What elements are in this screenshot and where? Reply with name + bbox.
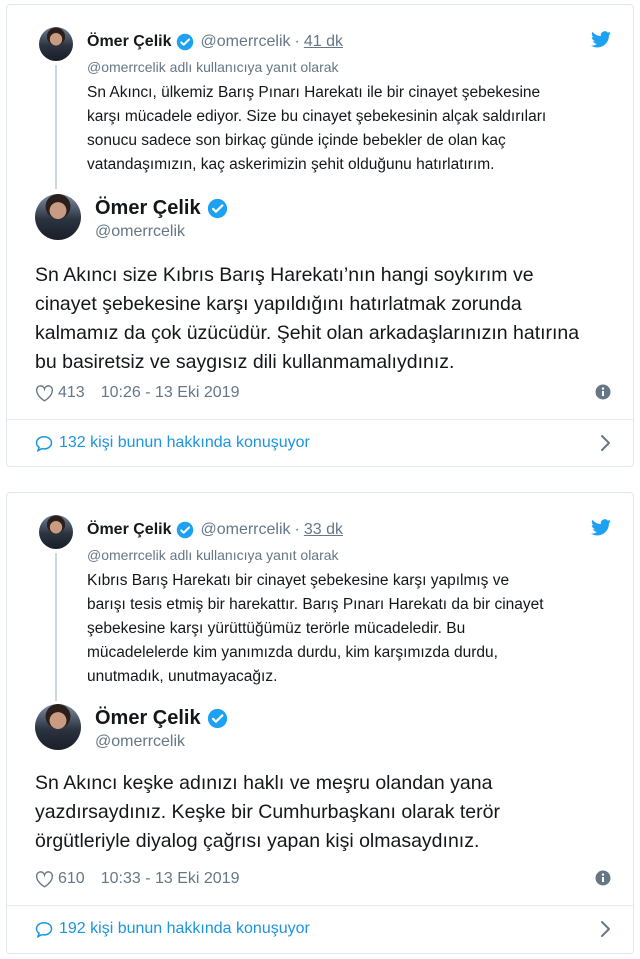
text-line: vatandaşımızın, kaç askerimizin şehit ol… bbox=[87, 156, 495, 173]
quoted-reply-context[interactable]: Ömer Çelik @omerrcelik · 41 dk @omerrcel… bbox=[7, 5, 633, 189]
twitter-bird-icon[interactable] bbox=[591, 31, 611, 48]
heart-icon[interactable] bbox=[35, 870, 54, 888]
timestamp[interactable]: 10:26 - 13 Eki 2019 bbox=[101, 384, 240, 402]
avatar[interactable] bbox=[35, 704, 81, 750]
author-handle[interactable]: @omerrcelik bbox=[200, 33, 290, 51]
author-handle[interactable]: @omerrcelik bbox=[95, 733, 185, 751]
info-icon[interactable] bbox=[595, 870, 611, 886]
text-line: cinayet şebekesine karşı yapıldığını hat… bbox=[35, 293, 522, 315]
tweet-meta: 413 10:26 - 13 Eki 2019 bbox=[35, 382, 611, 404]
tweet-card[interactable]: Ömer Çelik @omerrcelik · 33 dk @omerrcel… bbox=[6, 492, 634, 954]
text-line: Sn Akıncı size Kıbrıs Barış Harekatı’nın… bbox=[35, 264, 534, 286]
author-name[interactable]: Ömer Çelik bbox=[87, 33, 171, 51]
divider bbox=[7, 419, 633, 420]
quoted-reply-context[interactable]: Ömer Çelik @omerrcelik · 33 dk @omerrcel… bbox=[7, 493, 633, 701]
author-name[interactable]: Ömer Çelik bbox=[87, 521, 171, 539]
avatar[interactable] bbox=[39, 515, 73, 549]
chevron-right-icon[interactable] bbox=[599, 920, 611, 938]
verified-badge-icon bbox=[207, 198, 227, 219]
text-line: Sn Akıncı keşke adınızı haklı ve meşru o… bbox=[35, 772, 493, 794]
tweet-text: Sn Akıncı keşke adınızı haklı ve meşru o… bbox=[35, 769, 625, 856]
conversation-link[interactable]: 132 kişi bunun hakkında konuşuyor bbox=[35, 431, 611, 455]
verified-badge-icon bbox=[177, 521, 194, 539]
like-count[interactable]: 610 bbox=[58, 870, 85, 888]
quoted-tweet-text: Kıbrıs Barış Harekatı bir cinayet şebeke… bbox=[87, 569, 627, 689]
text-line: kalmamız da çok üzücüdür. Şehit olan ark… bbox=[35, 322, 580, 344]
reply-context-label[interactable]: @omerrcelik adlı kullanıcıya yanıt olara… bbox=[87, 547, 339, 563]
quoted-header: Ömer Çelik @omerrcelik · 41 dk bbox=[87, 33, 343, 51]
verified-badge-icon bbox=[177, 33, 194, 51]
author-handle[interactable]: @omerrcelik bbox=[95, 223, 185, 241]
text-line: unutmadık, unutmayacağız. bbox=[87, 668, 278, 685]
text-line: Kıbrıs Barış Harekatı bir cinayet şebeke… bbox=[87, 572, 510, 589]
heart-icon[interactable] bbox=[35, 384, 54, 402]
separator-dot: · bbox=[294, 33, 300, 50]
author-handle[interactable]: @omerrcelik bbox=[200, 521, 290, 539]
text-line: sonucu sadece son birkaç günde içinde be… bbox=[87, 132, 506, 149]
thread-line bbox=[55, 553, 57, 701]
relative-time[interactable]: 41 dk bbox=[304, 33, 343, 51]
like-count[interactable]: 413 bbox=[58, 384, 85, 402]
relative-time[interactable]: 33 dk bbox=[304, 521, 343, 539]
chevron-right-icon[interactable] bbox=[599, 434, 611, 452]
verified-badge-icon bbox=[207, 708, 227, 729]
avatar[interactable] bbox=[35, 194, 81, 240]
quoted-tweet-text: Sn Akıncı, ülkemiz Barış Pınarı Harekatı… bbox=[87, 81, 627, 177]
quoted-header: Ömer Çelik @omerrcelik · 33 dk bbox=[87, 521, 343, 539]
tweet-text: Sn Akıncı size Kıbrıs Barış Harekatı’nın… bbox=[35, 261, 625, 377]
text-line: karşı mücadele ediyor. Size bu cinayet ş… bbox=[87, 108, 547, 125]
divider bbox=[7, 905, 633, 906]
text-line: mücadelelerde kim yanımızda durdu, kim k… bbox=[87, 644, 498, 661]
text-line: Sn Akıncı, ülkemiz Barış Pınarı Harekatı… bbox=[87, 84, 541, 101]
text-line: barışı tesis etmiş bir harekattır. Barış… bbox=[87, 596, 544, 613]
text-line: şebekesine karşı yürüttüğümüz terörle mü… bbox=[87, 620, 466, 637]
reply-context-label[interactable]: @omerrcelik adlı kullanıcıya yanıt olara… bbox=[87, 59, 339, 75]
timestamp[interactable]: 10:33 - 13 Eki 2019 bbox=[101, 870, 240, 888]
separator-dot: · bbox=[294, 521, 300, 538]
conversation-link[interactable]: 192 kişi bunun hakkında konuşuyor bbox=[35, 917, 611, 941]
text-line: örgütleriyle diyalog çağrısı yapan kişi … bbox=[35, 830, 480, 852]
text-line: bu basiretsiz ve saygısız dili kullanmam… bbox=[35, 351, 455, 373]
conversation-label[interactable]: 132 kişi bunun hakkında konuşuyor bbox=[59, 434, 310, 452]
author-name-row[interactable]: Ömer Çelik bbox=[95, 707, 228, 730]
tweet-card[interactable]: Ömer Çelik @omerrcelik · 41 dk @omerrcel… bbox=[6, 4, 634, 467]
speech-bubble-icon bbox=[35, 435, 53, 452]
author-name-row[interactable]: Ömer Çelik bbox=[95, 197, 228, 220]
info-icon[interactable] bbox=[595, 384, 611, 400]
thread-line bbox=[55, 65, 57, 189]
author-name[interactable]: Ömer Çelik bbox=[95, 197, 201, 220]
avatar[interactable] bbox=[39, 27, 73, 61]
text-line: yazdırsaydınız. Keşke bir Cumhurbaşkanı … bbox=[35, 801, 500, 823]
conversation-label[interactable]: 192 kişi bunun hakkında konuşuyor bbox=[59, 920, 310, 938]
twitter-bird-icon[interactable] bbox=[591, 519, 611, 536]
tweet-meta: 610 10:33 - 13 Eki 2019 bbox=[35, 868, 611, 890]
author-name[interactable]: Ömer Çelik bbox=[95, 707, 201, 730]
speech-bubble-icon bbox=[35, 921, 53, 938]
